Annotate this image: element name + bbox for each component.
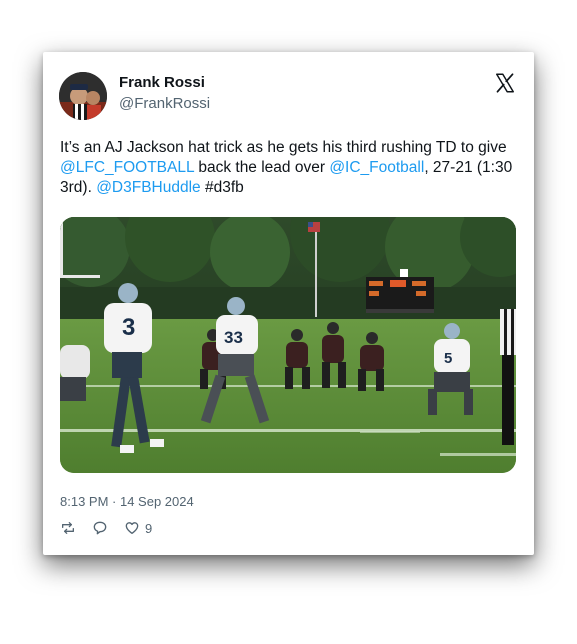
author-handle[interactable]: @FrankRossi [119, 95, 210, 112]
repost-icon [60, 520, 76, 536]
like-button[interactable]: 9 [124, 519, 152, 537]
tweet-card: Frank Rossi @FrankRossi It’s an AJ Jacks… [43, 52, 534, 555]
avatar-photo-icon [59, 72, 107, 120]
heart-icon [124, 520, 140, 536]
tweet-actions: 9 [60, 519, 168, 537]
tweet-text-part: back the lead over [194, 159, 330, 176]
repost-button[interactable] [60, 519, 76, 537]
mention-d3fbhuddle[interactable]: @D3FBHuddle [96, 179, 200, 196]
like-count: 9 [145, 520, 153, 536]
tweet-text-part: #d3fb [200, 179, 244, 196]
tweet-timestamp[interactable]: 8:13 PM · 14 Sep 2024 [60, 494, 194, 509]
mention-lfc-football[interactable]: @LFC_FOOTBALL [60, 159, 194, 176]
reply-icon [92, 520, 108, 536]
mention-ic-football[interactable]: @IC_Football [329, 159, 424, 176]
author-name[interactable]: Frank Rossi [119, 74, 205, 91]
reply-button[interactable] [92, 519, 108, 537]
avatar[interactable] [59, 72, 107, 120]
svg-text:5: 5 [444, 350, 452, 367]
tweet-media[interactable]: 3 33 5 [60, 217, 516, 473]
tweet-text-part: It’s an AJ Jackson hat trick as he gets … [60, 139, 507, 156]
svg-text:3: 3 [122, 314, 135, 341]
tweet-text: It’s an AJ Jackson hat trick as he gets … [60, 138, 520, 198]
football-game-photo: 3 33 5 [60, 217, 516, 473]
svg-text:33: 33 [224, 328, 243, 347]
x-logo-icon[interactable] [494, 72, 516, 94]
